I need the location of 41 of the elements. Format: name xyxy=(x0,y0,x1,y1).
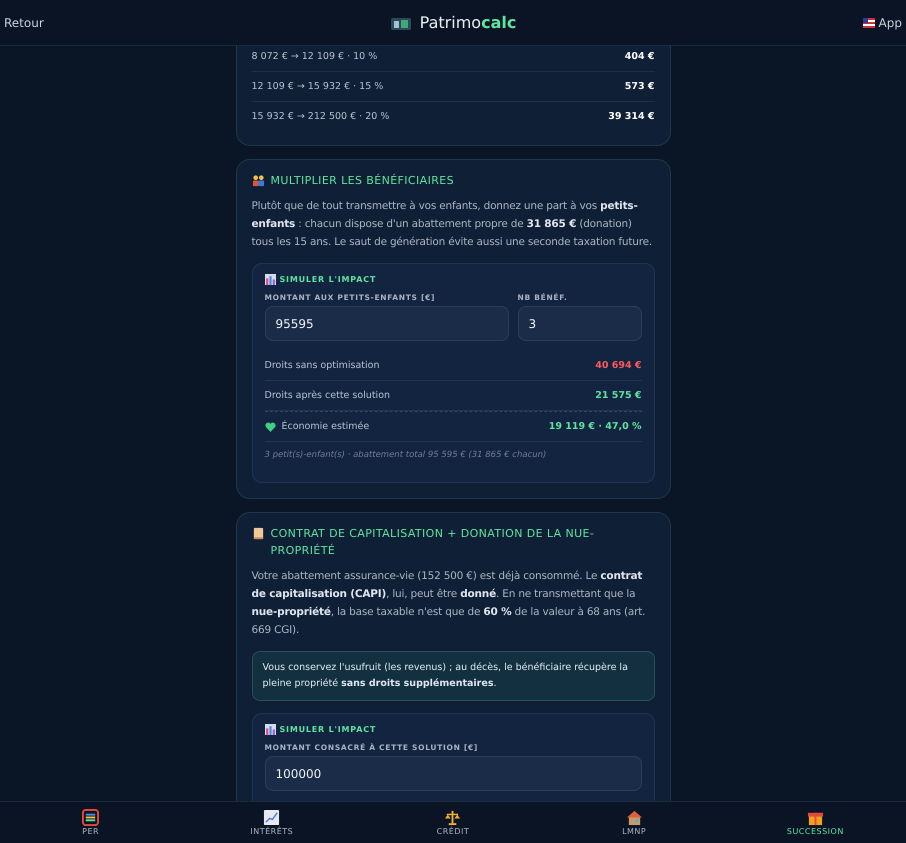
input-field[interactable]: 3 xyxy=(518,306,642,341)
result-label: Économie estimée xyxy=(282,421,370,432)
result-label: Droits après cette solution xyxy=(264,390,390,401)
result-label: Droits sans optimisation xyxy=(264,360,380,371)
bracket-range: 12 109 € → 15 932 € · 15 % xyxy=(252,80,384,94)
nav-tab[interactable]: SUCCESSION xyxy=(770,809,860,836)
bar-chart-icon xyxy=(264,274,276,285)
result-value: 40 694 € xyxy=(595,360,642,371)
bracket-amount: 39 314 € xyxy=(608,110,654,124)
nav-tab[interactable]: INTÉRÊTS xyxy=(226,809,317,836)
bracket-range: 15 932 € → 212 500 € · 20 % xyxy=(252,110,390,124)
input-field[interactable]: 100000 xyxy=(264,756,642,791)
people-icon xyxy=(252,174,264,187)
simulation-note: 3 petit(s)-enfant(s) · abattement total 95 595 € (31 865 € chacun) xyxy=(264,450,548,460)
back-link[interactable]: Retour xyxy=(4,16,124,30)
heart-icon xyxy=(264,422,276,432)
bar-chart-icon xyxy=(264,724,276,735)
app-link[interactable]: App xyxy=(782,16,902,30)
house-icon xyxy=(626,809,643,826)
simulation-title: SIMULER L'IMPACT xyxy=(280,725,376,734)
chart-icon xyxy=(263,809,280,826)
nav-tab[interactable]: CRÉDIT xyxy=(408,809,498,836)
bracket-range: 8 072 € → 12 109 € · 10 % xyxy=(252,50,378,64)
solution-description: Votre abattement assurance-vie (152 500 €) est déjà consommé. Le contrat de capitalisation (CAPI), lui, peut être donné. En ne transmettant que la nue-propriété, la base taxable n'est que de 60 % de la valeur à 68 ans (art. 669 CGI). xyxy=(252,569,646,638)
flag-icon xyxy=(862,18,875,28)
input-field[interactable]: 95595 xyxy=(264,306,508,341)
nav-tab[interactable]: PER xyxy=(46,809,136,836)
solution-description: Plutôt que de tout transmettre à vos enfants, donnez une part à vos petits-enfants : chacun dispose d'un abattement propre de 31 865 € (donation) tous les 15 ans. Le saut de génération évite aussi une seconde taxation future. xyxy=(252,199,654,250)
bracket-amount: 404 € xyxy=(624,50,654,64)
solution-title: CONTRAT DE CAPITALISATION + DONATION DE LA NUE-PROPRIÉTÉ xyxy=(270,526,596,559)
bracket-amount: 573 € xyxy=(624,80,654,94)
result-value: 21 575 € xyxy=(595,390,642,401)
result-value: 19 119 € · 47,0 % xyxy=(548,421,642,432)
scales-icon xyxy=(444,809,462,826)
scroll-icon xyxy=(252,527,264,540)
simulation-title: SIMULER L'IMPACT xyxy=(280,275,376,284)
app-logo: Patrimocalc xyxy=(420,13,516,32)
solution-title: MULTIPLIER LES BÉNÉFICIAIRES xyxy=(270,172,454,189)
info-note: Vous conservez l'usufruit (les revenus) ; au décès, le bénéficiaire récupère la pleine propriété sans droits supplémentaires. xyxy=(252,651,654,701)
nav-tab[interactable]: LMNP xyxy=(589,809,680,836)
abacus-icon xyxy=(82,809,100,826)
